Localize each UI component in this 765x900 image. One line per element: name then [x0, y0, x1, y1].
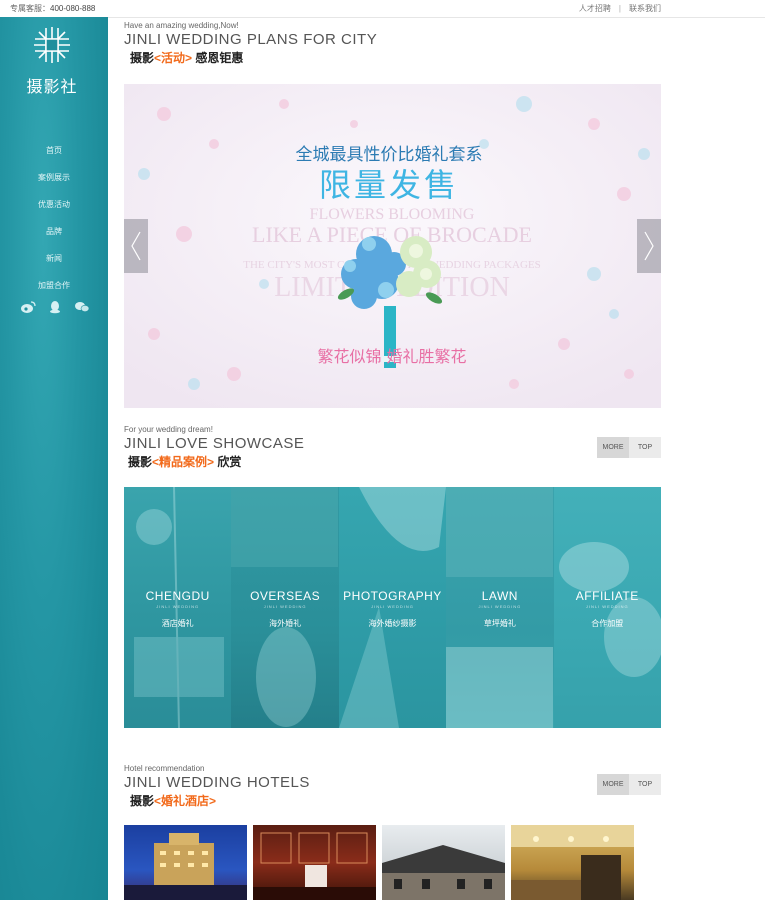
- plans-title: JINLI WEDDING PLANS FOR CITY: [124, 31, 378, 48]
- plans-sub-highlight: <活动>: [154, 51, 193, 65]
- hotel-photo-3[interactable]: [382, 825, 505, 900]
- banner-tagline: 繁花似锦 婚礼胜繁花: [317, 347, 466, 366]
- showcase-sub-prefix: 摄影: [128, 455, 153, 469]
- logo[interactable]: 摄影社: [22, 25, 82, 97]
- case-lawn-cn: 草坪婚礼: [483, 619, 516, 628]
- hotels-sub-prefix: 摄影: [130, 794, 155, 808]
- showcase-more-button[interactable]: MORE: [597, 437, 629, 458]
- hotels-sub-highlight: <婚礼酒店>: [154, 794, 217, 808]
- plans-header: Have an amazing wedding,Now! JINLI WEDDI…: [124, 21, 661, 66]
- hotels-subtitle: 摄影<婚礼酒店>: [130, 792, 661, 809]
- case-affiliate-cn: 合作加盟: [591, 619, 624, 628]
- hotel-hall-photo: [511, 825, 634, 900]
- hotline: 专属客服：400-080-888: [10, 3, 95, 14]
- banner-headline: 全城最具性价比婚礼套系: [296, 145, 483, 165]
- careers-link[interactable]: 人才招聘: [579, 4, 611, 13]
- banner-en-line1: FLOWERS BLOOMING: [310, 206, 475, 223]
- case-lawn-sub: JINLI WEDDING: [478, 604, 522, 609]
- top-links: 人才招聘 | 联系我们: [579, 3, 661, 14]
- hotels-more-button[interactable]: MORE: [597, 774, 629, 795]
- top-bar: 专属客服：400-080-888 人才招聘 | 联系我们: [0, 0, 765, 18]
- wechat-icon[interactable]: [74, 300, 90, 314]
- plans-sub-suffix: 感恩钜惠: [192, 51, 244, 65]
- hotel-lobby-photo: [253, 832, 376, 900]
- case-chengdu-cn: 酒店婚礼: [161, 619, 194, 628]
- chevron-left-icon: [131, 231, 141, 261]
- case-lawn-title: LAWN: [481, 589, 518, 603]
- showcase-eyebrow: For your wedding dream!: [124, 425, 213, 434]
- hotel-building-photo: [124, 833, 247, 900]
- hotel-courtyard-photo: [382, 845, 505, 900]
- weibo-icon[interactable]: [20, 300, 36, 314]
- nav-cases[interactable]: 案例展示: [0, 164, 108, 191]
- logo-text: 摄影社: [26, 77, 78, 96]
- plans-subtitle: 摄影<活动> 感恩钜惠: [130, 49, 661, 66]
- showcase-sub-suffix: 欣赏: [214, 455, 242, 469]
- hotline-number: 400-080-888: [50, 4, 96, 13]
- case-overseas[interactable]: OVERSEAS JINLI WEDDING 海外婚礼: [231, 487, 339, 728]
- plans-eyebrow: Have an amazing wedding,Now!: [124, 21, 239, 30]
- showcase-header: For your wedding dream! JINLI LOVE SHOWC…: [124, 425, 661, 470]
- case-photography[interactable]: PHOTOGRAPHY JINLI WEDDING 海外婚纱摄影: [338, 487, 447, 728]
- hotel-photo-2[interactable]: [253, 825, 376, 900]
- nav-promotions[interactable]: 优惠活动: [0, 191, 108, 218]
- nav-home[interactable]: 首页: [0, 137, 108, 164]
- case-photography-sub: JINLI WEDDING: [371, 604, 414, 609]
- nav-news[interactable]: 新闻: [0, 245, 108, 272]
- hotline-label: 专属客服：: [10, 4, 50, 13]
- banner-prev-button[interactable]: [124, 219, 148, 273]
- social-links: [20, 300, 90, 314]
- banner-next-button[interactable]: [637, 219, 661, 273]
- contact-link[interactable]: 联系我们: [629, 4, 661, 13]
- link-separator: |: [618, 4, 621, 13]
- nav-brand[interactable]: 品牌: [0, 218, 108, 245]
- sidebar-nav: 首页 案例展示 优惠活动 品牌 新闻 加盟合作: [0, 137, 108, 299]
- showcase-sub-highlight: <精品案例>: [152, 455, 215, 469]
- case-affiliate-sub: JINLI WEDDING: [585, 604, 629, 609]
- showcase-subtitle: 摄影<精品案例> 欣赏: [128, 453, 661, 470]
- hotels-eyebrow: Hotel recommendation: [124, 764, 205, 773]
- qq-icon[interactable]: [47, 300, 63, 314]
- promo-banner[interactable]: FLOWERS BLOOMING LIKE A PIECE OF BROCADE…: [124, 84, 661, 408]
- sidebar: 摄影社 首页 案例展示 优惠活动 品牌 新闻 加盟合作: [0, 17, 108, 900]
- banner-illustration: FLOWERS BLOOMING LIKE A PIECE OF BROCADE…: [124, 84, 661, 408]
- banner-en-line2: LIKE A PIECE OF BROCADE: [252, 222, 532, 247]
- case-chengdu-title: CHENGDU: [145, 589, 210, 603]
- showcase-title: JINLI LOVE SHOWCASE: [124, 435, 305, 452]
- showcase-grid: CHENGDU JINLI WEDDING 酒店婚礼 OVERSEAS JINL…: [124, 487, 661, 728]
- hotels-more-top: MORE TOP: [597, 774, 661, 795]
- case-overseas-cn: 海外婚礼: [269, 619, 302, 628]
- hotels-top-button[interactable]: TOP: [629, 774, 661, 795]
- chevron-right-icon: [644, 231, 654, 261]
- case-affiliate[interactable]: AFFILIATE JINLI WEDDING 合作加盟: [553, 487, 661, 728]
- case-photography-title: PHOTOGRAPHY: [343, 589, 442, 603]
- case-overseas-sub: JINLI WEDDING: [263, 604, 307, 609]
- hotel-gallery: [124, 825, 661, 900]
- showcase-top-button[interactable]: TOP: [629, 437, 661, 458]
- plans-sub-prefix: 摄影: [130, 51, 155, 65]
- nav-franchise[interactable]: 加盟合作: [0, 272, 108, 299]
- banner-big-text: 限量发售: [319, 166, 459, 204]
- case-affiliate-title: AFFILIATE: [575, 589, 639, 603]
- case-chengdu[interactable]: CHENGDU JINLI WEDDING 酒店婚礼: [124, 487, 232, 728]
- case-overseas-title: OVERSEAS: [250, 589, 321, 603]
- showcase-more-top: MORE TOP: [597, 437, 661, 458]
- case-chengdu-sub: JINLI WEDDING: [156, 604, 200, 609]
- case-photography-cn: 海外婚纱摄影: [368, 619, 417, 628]
- hotel-photo-1[interactable]: [124, 825, 247, 900]
- case-lawn[interactable]: LAWN JINLI WEDDING 草坪婚礼: [446, 487, 554, 728]
- snowflake-logo-icon: [34, 27, 70, 63]
- hotels-header: Hotel recommendation JINLI WEDDING HOTEL…: [124, 764, 661, 809]
- hotels-title: JINLI WEDDING HOTELS: [124, 774, 310, 791]
- hotel-photo-4[interactable]: [511, 825, 634, 900]
